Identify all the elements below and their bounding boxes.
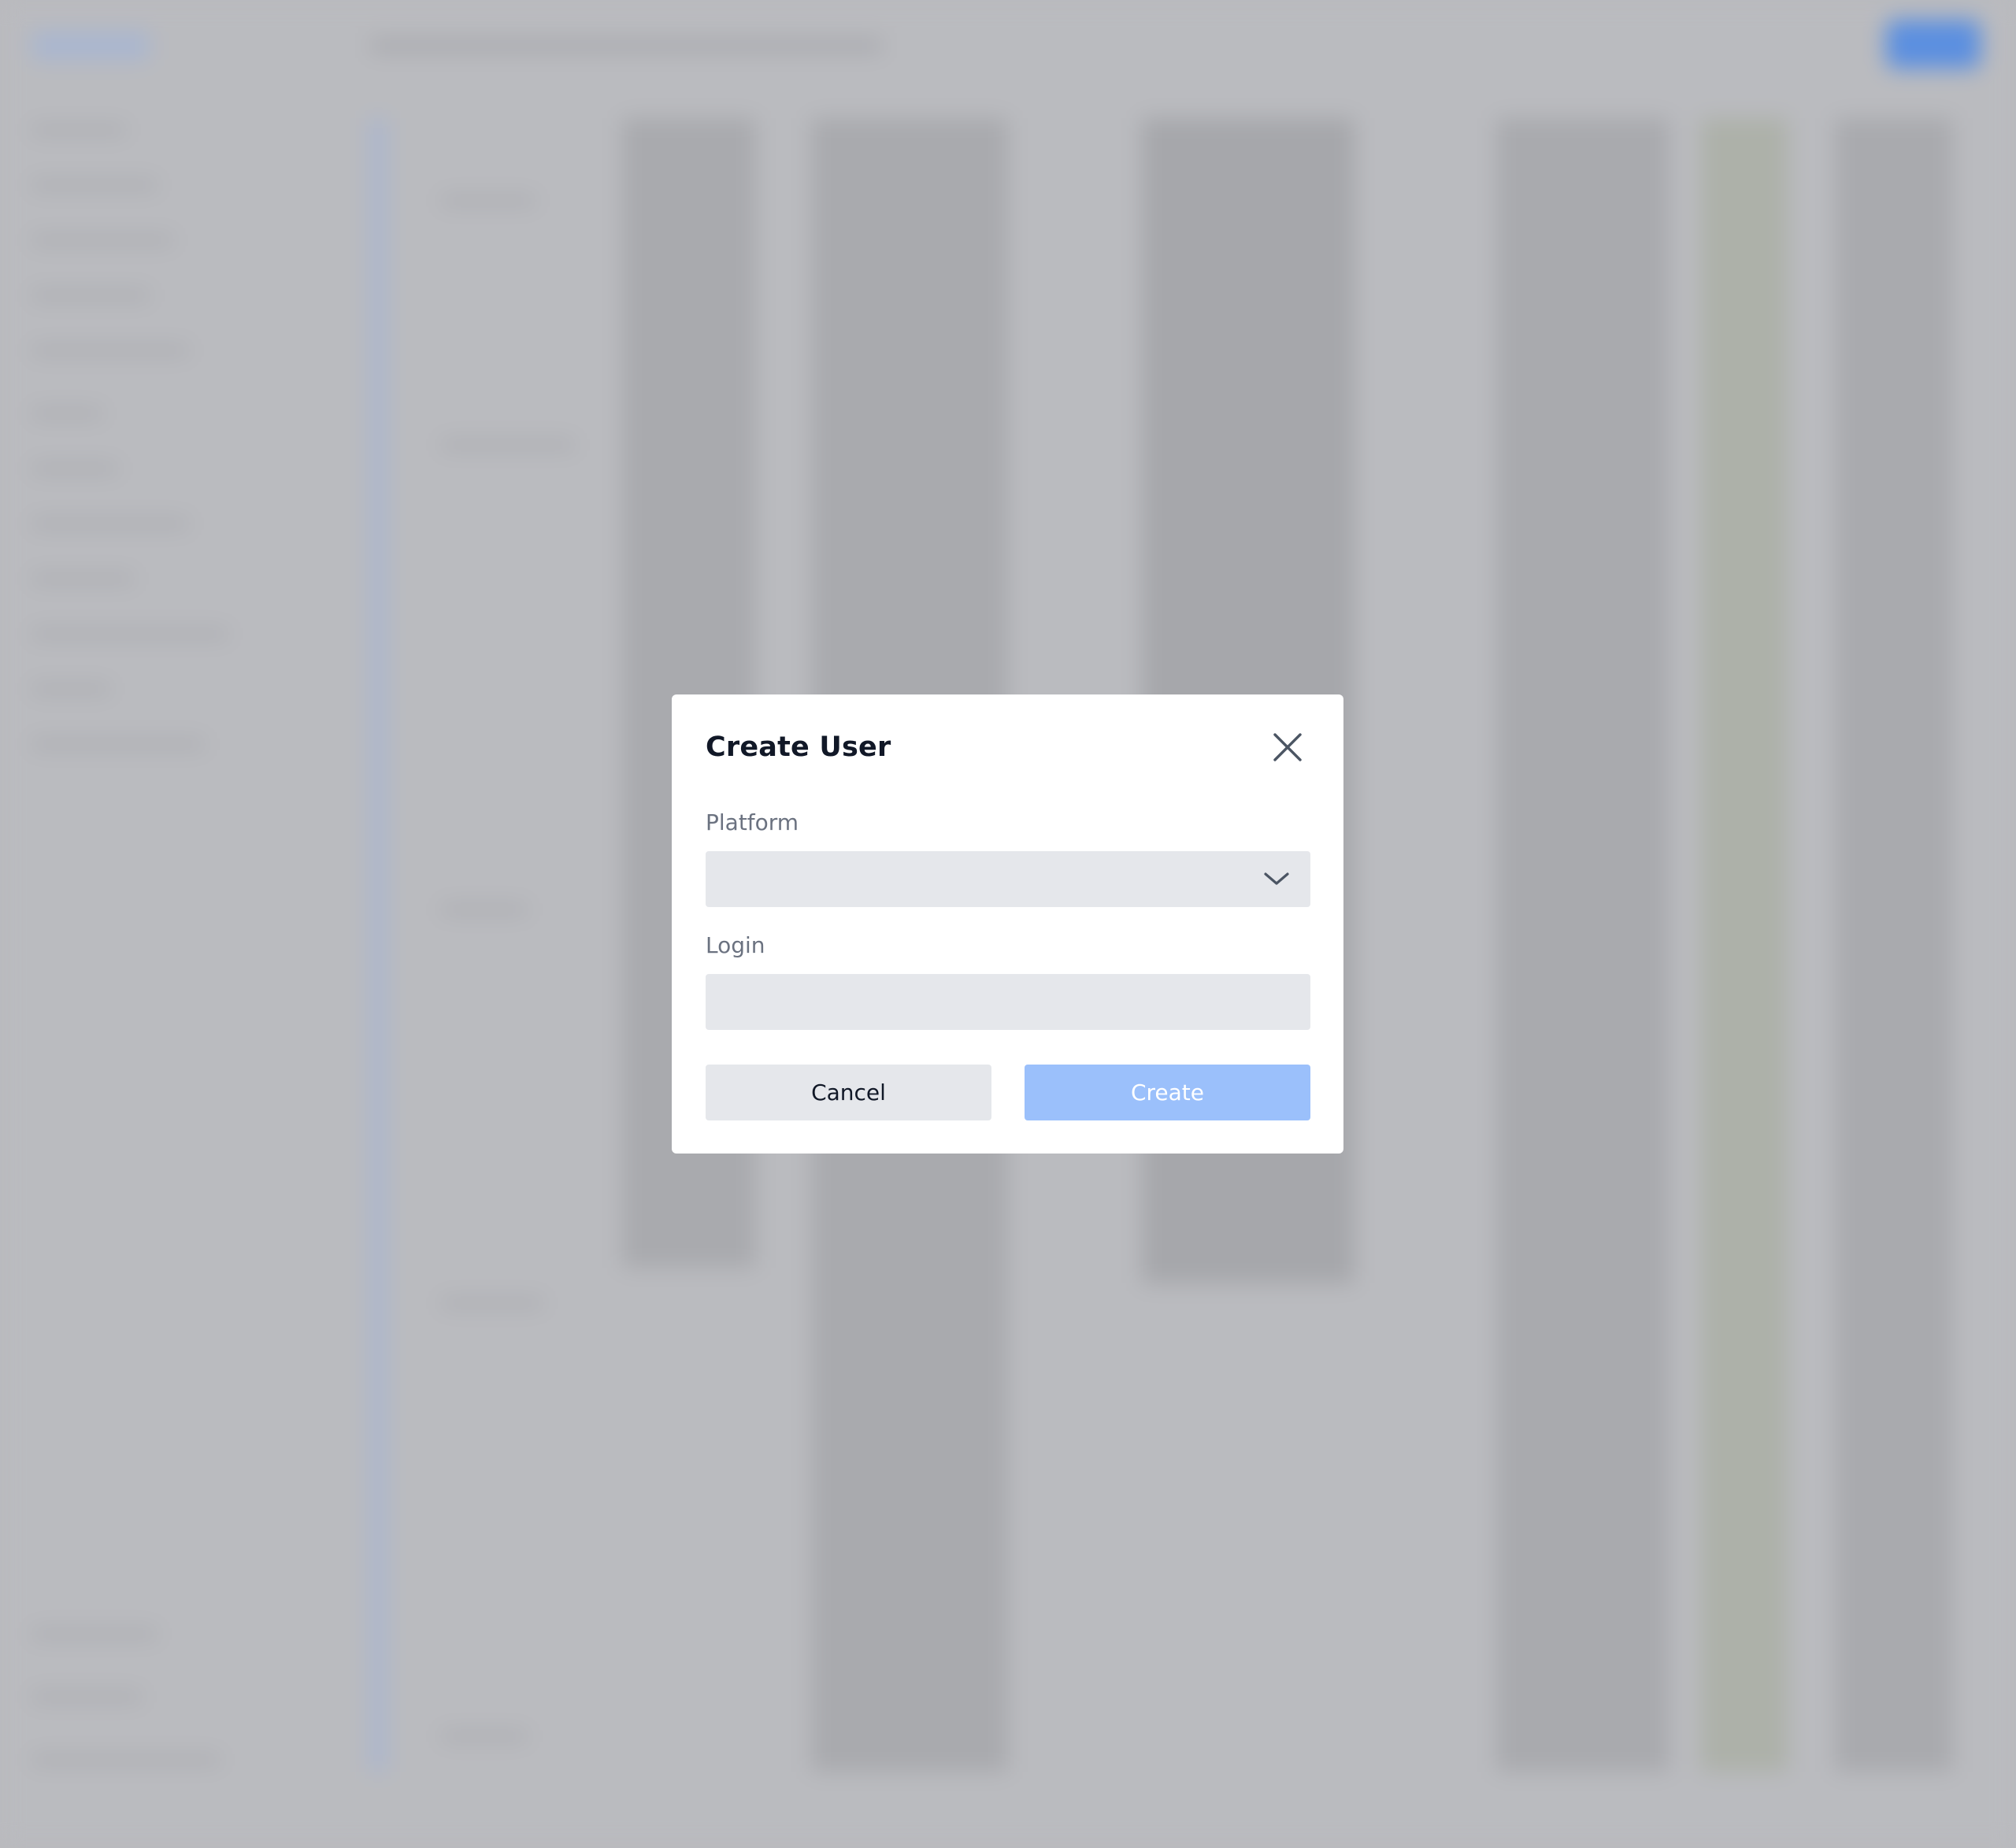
create-user-dialog: Create User Platform Login Cancel Create [672, 694, 1343, 1154]
login-label: Login [706, 932, 765, 958]
close-button[interactable] [1268, 728, 1307, 767]
cancel-button[interactable]: Cancel [706, 1065, 991, 1120]
platform-label: Platform [706, 809, 799, 835]
platform-select[interactable] [706, 851, 1310, 907]
modal-overlay[interactable]: Create User Platform Login Cancel Create [0, 0, 2016, 1848]
create-button[interactable]: Create [1025, 1065, 1310, 1120]
chevron-down-icon [1264, 872, 1289, 885]
close-icon [1273, 733, 1302, 761]
dialog-title: Create User [706, 731, 891, 763]
login-input[interactable] [706, 974, 1310, 1030]
